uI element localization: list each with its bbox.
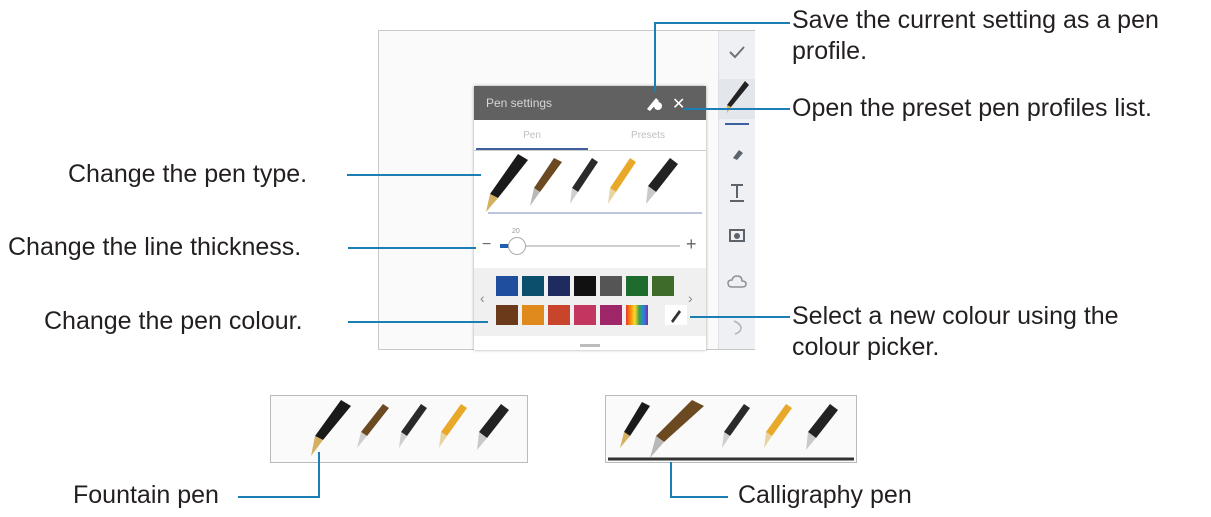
callout-colour-picker: Select a new colour using the colour pic… [792, 302, 1119, 361]
brush-pen-icon [570, 158, 598, 204]
active-tab-indicator [476, 148, 588, 150]
callout-save-profile: Save the current setting as a pen profil… [792, 6, 1159, 65]
right-toolbar [718, 31, 755, 349]
pencil-icon [608, 158, 636, 204]
panel-tabs: Pen Presets [474, 122, 706, 151]
leader-line-thickness [348, 247, 476, 249]
colour-swatch[interactable] [600, 276, 622, 296]
colour-picker-button[interactable] [665, 305, 687, 325]
colour-swatch[interactable] [574, 305, 596, 325]
colour-palette: ‹ › [474, 268, 706, 336]
panel-header: Pen settings ✕ [474, 86, 706, 120]
label-fountain-pen: Fountain pen [73, 481, 219, 509]
pen-active-indicator [725, 123, 749, 125]
colour-swatch[interactable] [548, 276, 570, 296]
image-icon[interactable] [719, 225, 755, 248]
callout-pen-colour: Change the pen colour. [44, 307, 303, 335]
tab-pen[interactable]: Pen [474, 130, 590, 141]
leader-line-picker [690, 316, 790, 318]
thickness-decrease-button[interactable]: − [482, 236, 491, 254]
colour-swatch[interactable] [496, 305, 518, 325]
callout-pen-type: Change the pen type. [68, 160, 308, 188]
colour-swatch[interactable] [574, 276, 596, 296]
cloud-icon[interactable] [719, 273, 755, 294]
leader-line-save-v [654, 22, 656, 92]
leader-line-pen-type [347, 174, 481, 176]
pen-type-selector[interactable] [474, 152, 706, 214]
leader-line-calligraphy-h [670, 496, 728, 498]
thickness-control: 20 − + [474, 226, 706, 266]
palette-next-icon[interactable]: › [688, 290, 693, 306]
pen-settings-panel: Pen settings ✕ Pen Presets 20 − + ‹ › [474, 86, 706, 350]
fountain-pen-sample [270, 395, 528, 463]
thickness-slider-thumb[interactable] [508, 237, 526, 255]
palette-prev-icon[interactable]: ‹ [480, 290, 485, 306]
colour-swatch[interactable] [496, 276, 518, 296]
marker-pen-icon [646, 158, 678, 204]
colour-swatch[interactable] [652, 276, 674, 296]
leader-line-save [654, 22, 790, 24]
close-icon[interactable]: ✕ [672, 94, 685, 114]
colour-swatch[interactable] [626, 276, 648, 296]
leader-line-fountain-h [238, 496, 320, 498]
eraser-icon[interactable] [719, 144, 755, 165]
leader-line-preset [684, 108, 790, 110]
rainbow-swatch[interactable] [626, 305, 648, 325]
panel-title: Pen settings [486, 96, 553, 110]
thickness-slider-track[interactable] [500, 245, 680, 247]
check-icon[interactable] [719, 43, 755, 64]
fountain-pen-icon [486, 154, 528, 212]
calligraphy-pen-sample [605, 395, 857, 463]
thickness-value: 20 [512, 228, 520, 235]
leader-line-calligraphy [670, 462, 672, 498]
callout-line-thickness: Change the line thickness. [8, 233, 302, 261]
text-icon[interactable] [719, 183, 755, 208]
colour-swatch[interactable] [522, 305, 544, 325]
tab-presets[interactable]: Presets [590, 130, 706, 141]
save-profile-icon[interactable] [644, 94, 664, 115]
colour-swatch[interactable] [548, 305, 570, 325]
colour-swatch[interactable] [522, 276, 544, 296]
label-calligraphy-pen: Calligraphy pen [738, 481, 912, 509]
calligraphy-pen-icon [530, 158, 562, 206]
panel-drag-handle[interactable] [580, 344, 600, 347]
pen-icon[interactable] [719, 79, 755, 119]
callout-preset-list: Open the preset pen profiles list. [792, 94, 1152, 122]
undo-icon[interactable] [719, 319, 755, 340]
leader-line-fountain [318, 452, 320, 498]
leader-line-colour [348, 321, 488, 323]
colour-swatch[interactable] [600, 305, 622, 325]
thickness-increase-button[interactable]: + [686, 234, 697, 255]
